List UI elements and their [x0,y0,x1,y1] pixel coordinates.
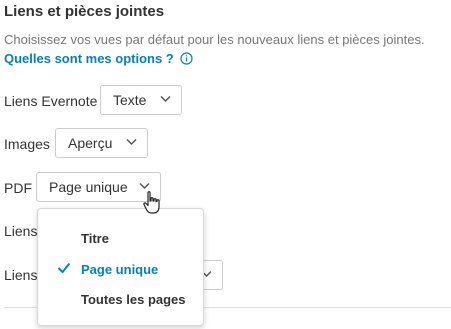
evernote-links-select[interactable]: Texte [100,85,182,115]
pdf-value: Page unique [49,179,128,195]
images-value: Aperçu [68,135,113,151]
menu-item-label: Page unique [81,262,159,277]
chevron-down-icon [139,182,150,190]
menu-item-label: Toutes les pages [81,292,186,307]
evernote-links-label: Liens Evernote [4,93,98,109]
chevron-down-icon [126,138,137,146]
links-row-label-2: Liens [4,267,38,283]
links-row-label: Liens [4,223,38,239]
menu-item-label: Titre [81,231,109,246]
info-icon [180,52,193,65]
section-description: Choisissez vos vues par défaut pour les … [4,32,425,47]
pdf-label: PDF [4,180,32,196]
check-icon [57,262,71,274]
pdf-dropdown-menu: Titre Page unique Toutes les pages [37,208,204,326]
images-label: Images [4,136,50,152]
evernote-links-value: Texte [113,92,147,108]
menu-item-titre[interactable]: Titre [38,224,203,252]
images-select[interactable]: Aperçu [55,128,148,158]
section-title: Liens et pièces jointes [4,3,165,20]
chevron-down-icon [160,95,171,103]
options-link-label: Quelles sont mes options ? [4,51,174,66]
menu-item-page-unique[interactable]: Page unique [38,255,203,283]
options-help-link[interactable]: Quelles sont mes options ? [4,51,193,66]
hand-pointer-icon [143,191,160,214]
menu-item-toutes-les-pages[interactable]: Toutes les pages [38,285,203,313]
